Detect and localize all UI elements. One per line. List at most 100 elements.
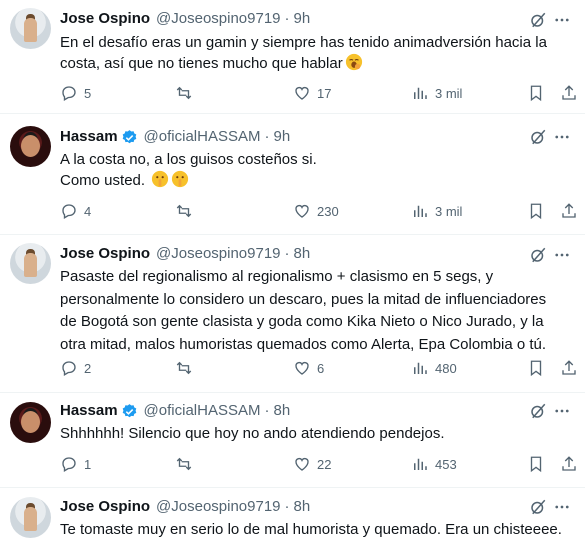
separator: · [264, 402, 270, 419]
author-name[interactable]: Jose Ospino [60, 498, 150, 516]
tweet-line: otra mitad, malos humoristas quemados co… [60, 335, 547, 353]
like-button[interactable]: 230 [293, 201, 339, 221]
like-count: 22 [317, 456, 332, 472]
tweet-line: Pasaste del regionalismo al regionalismo… [60, 268, 494, 285]
retweet-icon [176, 86, 192, 100]
views-button[interactable]: 480 [411, 358, 457, 378]
tweet[interactable]: Jose Ospino @Joseospino9719 · 9h En el d… [0, 0, 585, 114]
author-handle[interactable]: @Joseospino9719 [156, 498, 280, 516]
author-handle[interactable]: @oficialHASSAM [144, 402, 261, 420]
more-icon[interactable] [553, 11, 571, 29]
reply-button[interactable]: 1 [60, 454, 91, 474]
retweet-button[interactable] [175, 201, 199, 221]
tweet-line: de Bogotá son gente clasista y goda como… [60, 313, 544, 330]
bookmark-button[interactable] [527, 83, 545, 103]
author-name[interactable]: Hassam [60, 128, 118, 146]
bookmark-icon [530, 85, 542, 102]
bookmark-button[interactable] [527, 454, 545, 474]
tweet[interactable]: Jose Ospino @Joseospino9719 · 8h Te toma… [0, 488, 585, 546]
tweet[interactable]: Hassam @oficialHASSAM · 9h A la costa no… [0, 114, 585, 235]
author-handle[interactable]: @Joseospino9719 [156, 10, 280, 28]
views-button[interactable]: 3 mil [411, 83, 462, 103]
like-button[interactable]: 6 [293, 358, 324, 378]
like-icon [295, 204, 309, 218]
timestamp[interactable]: 8h [273, 402, 290, 420]
separator: · [284, 245, 290, 262]
author-name[interactable]: Hassam [60, 402, 118, 420]
like-count: 6 [317, 360, 325, 376]
like-icon [295, 361, 309, 375]
share-icon [562, 360, 576, 375]
retweet-button[interactable] [175, 83, 199, 103]
author-handle[interactable]: @Joseospino9719 [156, 245, 280, 263]
views-count: 3 mil [435, 85, 463, 101]
reply-button[interactable]: 5 [60, 83, 91, 103]
reply-count: 2 [84, 360, 92, 376]
bookmark-button[interactable] [527, 201, 545, 221]
tweet-line: En el desafío eras un gamin y siempre ha… [60, 34, 547, 51]
views-button[interactable]: 3 mil [411, 201, 462, 221]
grok-icon[interactable] [529, 128, 547, 146]
like-icon [295, 86, 309, 100]
tweet[interactable]: Jose Ospino @Joseospino9719 · 8h Pasaste… [0, 235, 585, 393]
author-name[interactable]: Jose Ospino [60, 245, 150, 263]
bookmark-button[interactable] [527, 358, 545, 378]
avatar[interactable] [10, 243, 51, 284]
reply-button[interactable]: 2 [60, 358, 91, 378]
avatar[interactable] [10, 8, 51, 49]
timestamp[interactable]: 8h [294, 498, 311, 516]
reply-icon [62, 361, 76, 376]
tweet-line-text: costa, así que no tienes mucho que habla… [60, 55, 343, 72]
like-count: 17 [317, 85, 332, 101]
grok-icon[interactable] [529, 11, 547, 29]
reply-count: 1 [84, 456, 92, 472]
verified-badge-icon [122, 403, 136, 417]
grok-icon[interactable] [529, 498, 547, 516]
retweet-button[interactable] [175, 454, 199, 474]
share-button[interactable] [560, 83, 578, 103]
views-icon [414, 205, 427, 217]
share-icon [562, 203, 576, 218]
views-icon [414, 362, 427, 374]
like-button[interactable]: 22 [293, 454, 331, 474]
share-icon [562, 456, 576, 471]
author-name[interactable]: Jose Ospino [60, 10, 150, 28]
reply-button[interactable]: 4 [60, 201, 91, 221]
bookmark-icon [530, 456, 542, 473]
tweet-text: Shhhhhh! Silencio que hoy no ando atendi… [60, 424, 580, 444]
more-icon[interactable] [553, 246, 571, 264]
reply-count: 5 [84, 85, 92, 101]
yawning-face-emoji-icon [345, 53, 362, 71]
avatar[interactable] [10, 126, 51, 167]
retweet-button[interactable] [175, 358, 199, 378]
retweet-icon [176, 457, 192, 471]
timestamp[interactable]: 9h [294, 10, 311, 28]
views-count: 3 mil [435, 203, 463, 219]
timestamp[interactable]: 8h [294, 245, 311, 263]
tweet-line: Shhhhhh! Silencio que hoy no ando atendi… [60, 425, 445, 442]
avatar[interactable] [10, 497, 51, 538]
tweet-text: En el desafío eras un gamin y siempre ha… [60, 33, 580, 74]
author-handle[interactable]: @oficialHASSAM [144, 128, 261, 146]
more-icon[interactable] [553, 498, 571, 516]
grok-icon[interactable] [529, 402, 547, 420]
more-icon[interactable] [553, 402, 571, 420]
grok-icon[interactable] [529, 246, 547, 264]
timestamp[interactable]: 9h [273, 128, 290, 146]
share-button[interactable] [560, 358, 578, 378]
views-button[interactable]: 453 [411, 454, 457, 474]
reply-count: 4 [84, 203, 92, 219]
tweet-line: A la costa no, a los guisos costeños si. [60, 151, 317, 168]
reply-icon [62, 204, 76, 219]
tweet[interactable]: Hassam @oficialHASSAM · 8h Shhhhhh! Sile… [0, 393, 585, 488]
reply-icon [62, 86, 76, 101]
verified-badge-icon [122, 129, 136, 143]
share-button[interactable] [560, 454, 578, 474]
like-button[interactable]: 17 [293, 83, 331, 103]
more-icon[interactable] [553, 128, 571, 146]
share-icon [562, 85, 576, 100]
reply-icon [62, 457, 76, 472]
like-count: 230 [317, 203, 339, 219]
avatar[interactable] [10, 402, 51, 443]
share-button[interactable] [560, 201, 578, 221]
